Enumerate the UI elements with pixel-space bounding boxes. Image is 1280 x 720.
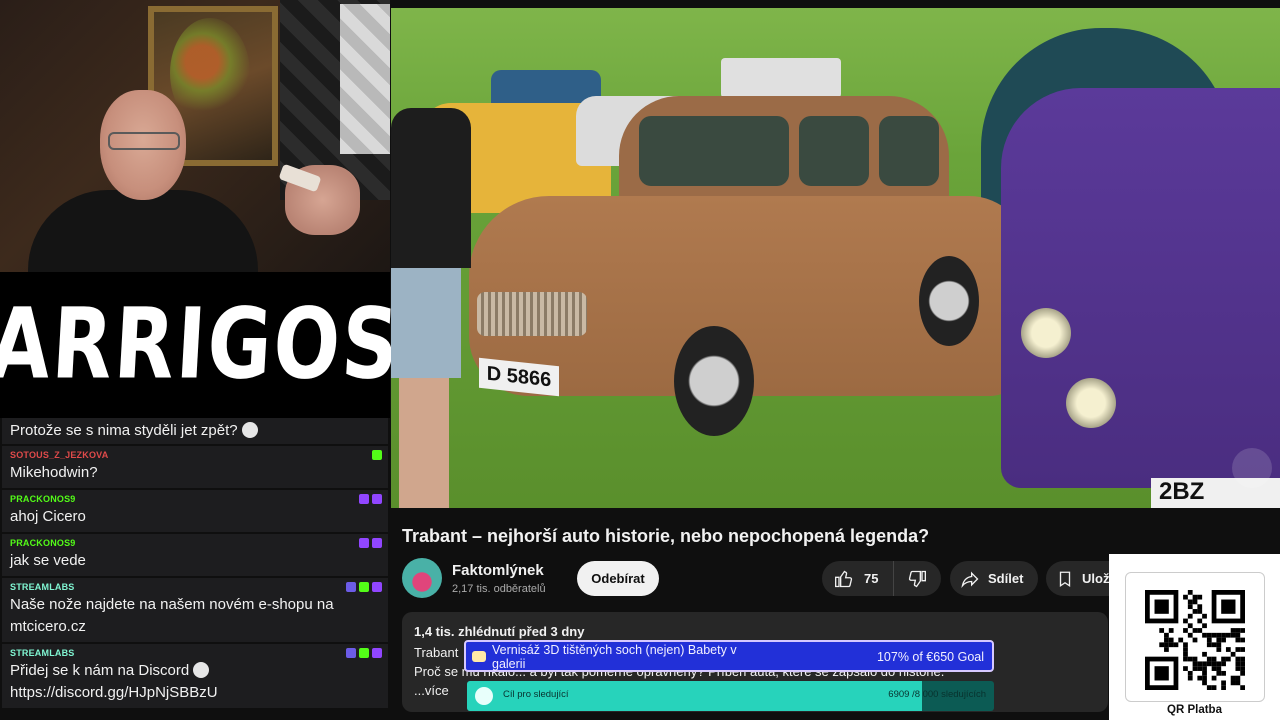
chat-message: PRACKONOS9 jak se vede [2,534,388,576]
goal-progress: 107% of €650 Goal [876,650,984,664]
streamlabs-icon [359,582,369,592]
twitch-icon [372,538,382,548]
chat-link[interactable]: https://discord.gg/HJpNjSBBzU [10,682,380,704]
follower-goal-widget: Cíl pro sledující 6909 /8 000 sledujícíc… [467,681,994,711]
video-title: Trabant – nejhorší auto historie, nebo n… [402,526,930,546]
brown-trabant: D 5866 [469,96,1029,436]
headlight [1021,308,1071,358]
fog-light [1066,378,1116,428]
streamer-body [28,190,258,272]
caravan [721,58,841,98]
chat-username[interactable]: STREAMLABS [10,582,380,594]
like-dislike-group: 75 [822,561,941,596]
chat-message: SOTOUS_Z_JEZKOVA Mikehodwin? [2,446,388,488]
twitch-icon [372,582,382,592]
dislike-button[interactable] [894,561,940,596]
grille [477,292,587,336]
thumbs-up-icon [835,570,853,587]
qr-payment-panel: QR Platba [1109,554,1280,720]
channel-watermark-icon [1232,448,1272,488]
glasses [108,132,180,150]
channel-avatar[interactable] [402,558,442,598]
follower-icon [475,687,493,705]
wheel [919,256,979,346]
channel-name[interactable]: Faktomlýnek [452,562,544,579]
share-button[interactable]: Sdílet [950,561,1038,596]
subscriber-count: 2,17 tis. odběratelů [452,583,546,595]
chat-text: ahoj Cicero [10,508,86,525]
bookmark-icon [1059,571,1071,587]
chat-username[interactable]: PRACKONOS9 [10,494,380,506]
chat-text: Protože se s nima styděli jet zpět? [10,422,238,439]
twitch-icon [372,648,382,658]
person-in-video [391,18,471,508]
chat-message: STREAMLABS Přidej se k nám na Discord ht… [2,644,388,708]
streamer [28,90,258,272]
chat-username[interactable]: STREAMLABS [10,648,380,660]
view-count-date: 1,4 tis. zhlédnutí před 3 dny [414,624,585,639]
qr-label: QR Platba [1167,704,1222,716]
streamer-logo: ARRIGOS [0,272,403,418]
chat-text: Mikehodwin? [10,464,98,481]
subscribe-button[interactable]: Odebírat [577,561,659,596]
chat-text: jak se vede [10,552,86,569]
chat-username[interactable]: SOTOUS_Z_JEZKOVA [10,450,380,462]
chat-message: PRACKONOS9 ahoj Cicero [2,490,388,532]
chat-text: Přidej se k nám na Discord [10,662,190,679]
thumbs-down-icon [908,570,926,587]
share-icon [961,571,979,588]
like-count: 75 [864,571,879,586]
like-button[interactable]: 75 [822,561,894,596]
chat-panel: Protože se s nima styděli jet zpět? SOTO… [0,418,390,720]
chat-message: STREAMLABS Naše nože najdete na našem no… [2,578,388,642]
twitch-icon [359,494,369,504]
follower-goal-count: 6909 /8 000 sledujících [888,689,986,700]
follower-goal-label: Cíl pro sledující [503,689,569,700]
logo-text: ARRIGOS [0,288,404,402]
purple-trabant: 2BZ [1001,88,1280,508]
wheel [674,326,754,436]
qr-code [1145,590,1245,690]
emote-icon [193,662,210,678]
chat-message: Protože se s nima styděli jet zpět? [2,418,388,444]
kick-icon [372,450,382,460]
webcam-feed [0,0,390,272]
twitch-icon [359,538,369,548]
video-player[interactable]: D 5866 2BZ [391,8,1280,508]
streamlabs-icon [359,648,369,658]
emote-icon [241,422,258,438]
chat-username[interactable]: PRACKONOS9 [10,538,380,550]
acoustic-foam-white [340,4,390,154]
mod-icon [346,648,356,658]
twitch-icon [372,494,382,504]
mod-icon [346,582,356,592]
donation-goal-widget: Vernisáž 3D tištěných soch (nejen) Babet… [464,640,994,672]
goal-title: Vernisáž 3D tištěných soch (nejen) Babet… [492,643,737,671]
chat-text: Naše nože najdete na našem novém e-shopu… [10,596,334,635]
share-label: Sdílet [988,571,1024,586]
gift-icon [472,651,486,662]
